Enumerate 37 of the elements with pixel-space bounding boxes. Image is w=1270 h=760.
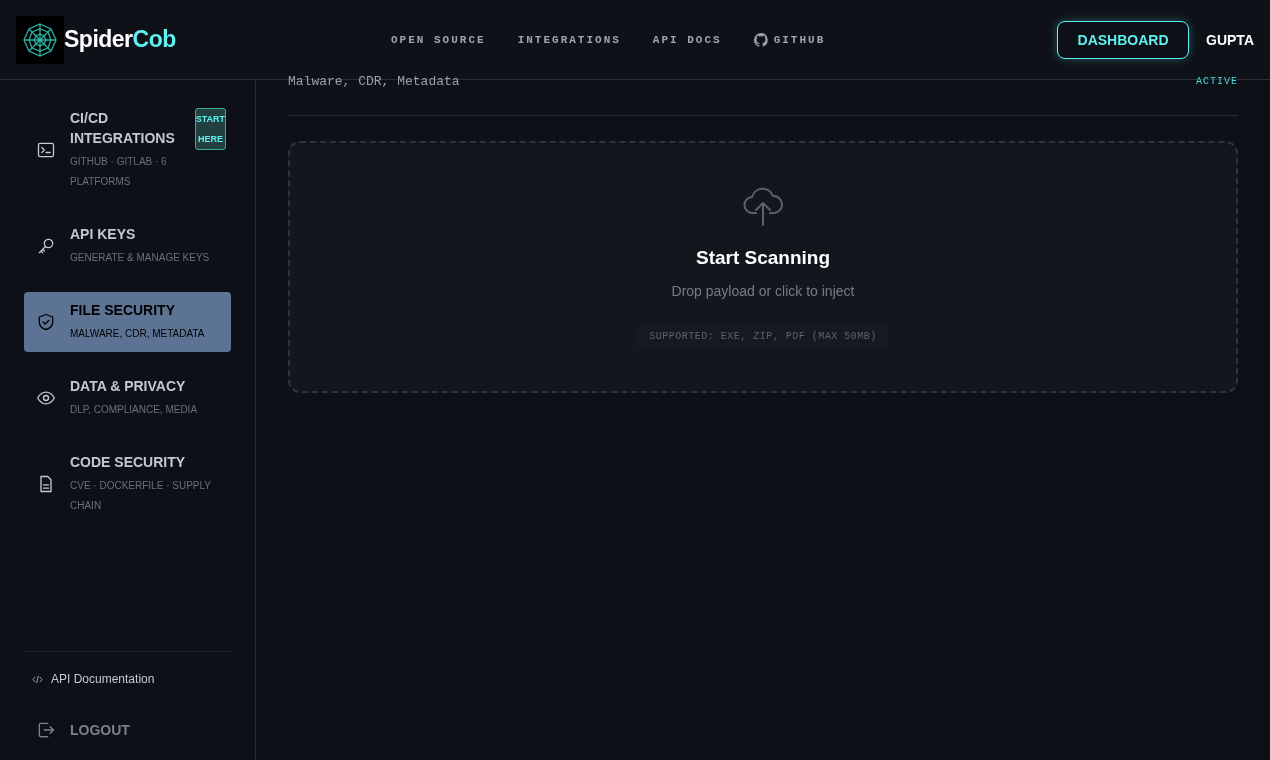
logout-button[interactable]: LOGOUT [24,720,142,740]
api-documentation-link[interactable]: API Documentation [24,672,231,686]
github-icon [753,32,768,47]
file-dropzone[interactable]: Start Scanning Drop payload or click to inject SUPPORTED: EXE, ZIP, PDF (MAX 50MB) [288,141,1238,393]
item-subtitle: MALWARE, CDR, METADATA [70,327,206,341]
section-subtitle: Malware, CDR, Metadata [288,74,460,89]
logout-icon [36,720,56,740]
dropzone-title: Start Scanning [695,247,831,269]
dropzone-hint: Drop payload or click to inject [671,283,855,299]
brand-name[interactable]: SpiderCob [64,26,176,53]
dashboard-button[interactable]: DASHBOARD [1057,20,1190,59]
nav-link[interactable]: OPEN SOURCE [391,33,486,46]
shield-check-icon [36,312,56,332]
user-name[interactable]: GUPTA [1206,31,1254,48]
item-title: CI/CD INTEGRATIONS [70,109,175,148]
terminal-icon [36,140,56,160]
sidebar-item[interactable]: FILE SECURITY MALWARE, CDR, METADATA [24,292,231,352]
item-subtitle: DLP, COMPLIANCE, MEDIA [70,403,199,417]
nav-link[interactable]: GITHUB [753,32,826,47]
item-title: CODE SECURITY [70,453,187,472]
sidebar-item[interactable]: CI/CD INTEGRATIONS GITHUB · GITLAB · 6 PLATFORMS START HERE [24,100,231,200]
sidebar-item[interactable]: CODE SECURITY CVE · DOCKERFILE · SUPPLY CHAIN [24,444,231,524]
status-label: ACTIVE [1196,76,1238,87]
sidebar-item[interactable]: DATA & PRIVACY DLP, COMPLIANCE, MEDIA [24,368,231,428]
sidebar-item[interactable]: API KEYS GENERATE & MANAGE KEYS [24,216,231,276]
nav-link[interactable]: INTEGRATIONS [517,33,621,46]
spider-web-logo [16,15,64,64]
key-icon [36,236,56,256]
code-icon [32,674,43,684]
nav-link[interactable]: API DOCS [652,33,722,46]
item-subtitle: GITHUB · GITLAB · 6 PLATFORMS [70,155,168,189]
item-title: DATA & PRIVACY [70,377,187,396]
start-here-badge: START HERE [194,108,227,150]
item-title: FILE SECURITY [70,301,176,320]
item-subtitle: GENERATE & MANAGE KEYS [70,251,211,265]
item-subtitle: CVE · DOCKERFILE · SUPPLY CHAIN [70,479,212,513]
item-title: API KEYS [70,225,137,244]
